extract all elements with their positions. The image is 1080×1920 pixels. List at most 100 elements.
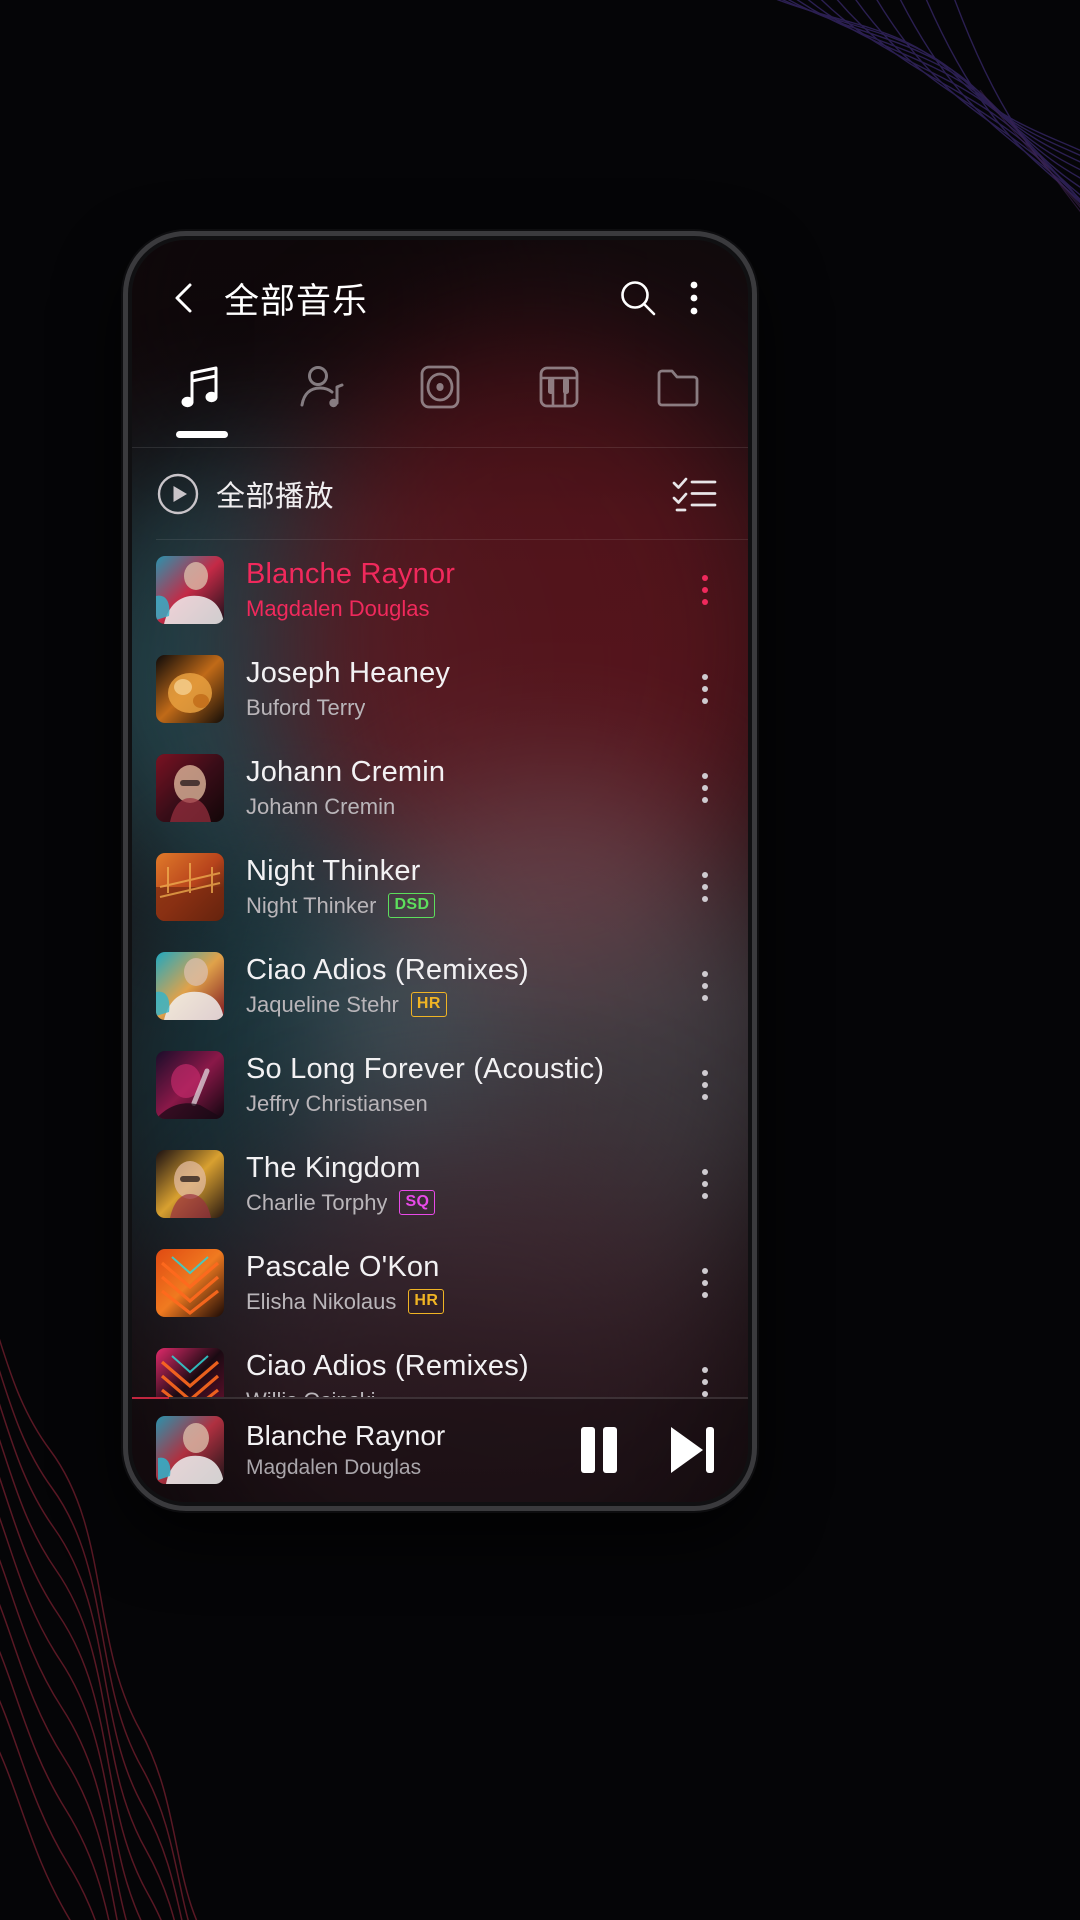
- album-art-thumbnail: [156, 753, 224, 822]
- now-playing-texts: Blanche Raynor Magdalen Douglas: [246, 1420, 568, 1480]
- active-tab-indicator: [175, 431, 228, 438]
- quality-badge: DSD: [388, 893, 436, 918]
- song-title: Night Thinker: [246, 854, 421, 887]
- tab-artists[interactable]: [261, 356, 380, 448]
- song-list-item[interactable]: Johann Cremin Johann Cremin: [132, 738, 748, 837]
- song-overflow-button[interactable]: [680, 1149, 730, 1219]
- phone-screen: 全部音乐 全部播放 Blanche Raynor Magdalen Dougla…: [132, 240, 748, 1502]
- song-list-item[interactable]: Ciao Adios (Remixes) Willis Osinski: [132, 1332, 748, 1397]
- song-list[interactable]: Blanche Raynor Magdalen Douglas Joseph H…: [132, 540, 748, 1397]
- song-overflow-button[interactable]: [680, 1050, 730, 1120]
- quality-badge: SQ: [399, 1190, 436, 1215]
- artwork-image: [156, 555, 224, 624]
- song-artist: Buford Terry: [246, 694, 366, 720]
- song-list-item[interactable]: So Long Forever (Acoustic) Jeffry Christ…: [132, 1035, 748, 1134]
- song-overflow-button[interactable]: [680, 555, 730, 625]
- song-texts: Pascale O'Kon Elisha Nikolaus HR: [246, 1251, 680, 1315]
- overflow-menu-button[interactable]: [666, 270, 722, 326]
- search-button[interactable]: [610, 270, 666, 326]
- now-playing-artwork: [156, 1415, 224, 1484]
- song-list-item[interactable]: Joseph Heaney Buford Terry: [132, 639, 748, 738]
- song-artist: Willis Osinski: [246, 1388, 376, 1398]
- song-title: Ciao Adios (Remixes): [246, 1349, 529, 1382]
- album-disc-icon: [420, 365, 460, 409]
- page-title: 全部音乐: [224, 281, 369, 321]
- album-art-thumbnail: [156, 555, 224, 624]
- song-texts: Blanche Raynor Magdalen Douglas: [246, 558, 680, 622]
- artist-icon: [300, 366, 344, 408]
- play-circle-icon: [157, 473, 199, 515]
- checklist-icon: [672, 477, 717, 512]
- song-texts: Night Thinker Night Thinker DSD: [246, 855, 680, 919]
- song-artist: Charlie Torphy: [246, 1189, 388, 1215]
- now-playing-title: Blanche Raynor: [246, 1419, 446, 1451]
- song-list-item[interactable]: Ciao Adios (Remixes) Jaqueline Stehr HR: [132, 936, 748, 1035]
- song-list-item[interactable]: The Kingdom Charlie Torphy SQ: [132, 1134, 748, 1233]
- album-art-thumbnail: [156, 1149, 224, 1218]
- play-all-button[interactable]: 全部播放: [156, 472, 666, 516]
- quality-badge: HR: [408, 1289, 445, 1314]
- next-track-button[interactable]: [660, 1419, 722, 1481]
- song-subtitle: Willis Osinski: [246, 1388, 680, 1398]
- more-vertical-icon: [702, 1267, 708, 1298]
- tab-songs[interactable]: [142, 356, 261, 448]
- folder-icon: [658, 369, 699, 407]
- song-overflow-button[interactable]: [680, 951, 730, 1021]
- album-art-thumbnail: [156, 1050, 224, 1119]
- screenshot-root: 全部音乐 全部播放 Blanche Raynor Magdalen Dougla…: [0, 0, 1080, 1920]
- more-vertical-icon: [690, 281, 698, 315]
- song-subtitle: Elisha Nikolaus HR: [246, 1289, 680, 1315]
- song-texts: The Kingdom Charlie Torphy SQ: [246, 1152, 680, 1216]
- artwork-image: [156, 1415, 224, 1484]
- piano-keys-icon: [539, 366, 579, 408]
- play-all-row: 全部播放: [132, 448, 748, 540]
- player-controls: [568, 1419, 722, 1481]
- song-list-item[interactable]: Pascale O'Kon Elisha Nikolaus HR: [132, 1233, 748, 1332]
- pause-button[interactable]: [568, 1419, 630, 1481]
- tab-folders[interactable]: [619, 356, 738, 448]
- song-subtitle: Johann Cremin: [246, 794, 680, 820]
- song-title: Joseph Heaney: [246, 656, 451, 689]
- song-title: So Long Forever (Acoustic): [246, 1052, 605, 1085]
- back-button[interactable]: [156, 270, 212, 326]
- more-vertical-icon: [702, 772, 708, 803]
- song-artist: Johann Cremin: [246, 793, 396, 819]
- song-list-item[interactable]: Night Thinker Night Thinker DSD: [132, 837, 748, 936]
- play-all-label: 全部播放: [216, 481, 335, 513]
- tab-genres[interactable]: [500, 356, 619, 448]
- album-art-thumbnail: [156, 654, 224, 723]
- song-artist: Jaqueline Stehr: [246, 991, 399, 1017]
- now-playing-artist: Magdalen Douglas: [246, 1455, 422, 1479]
- pause-icon: [581, 1426, 617, 1473]
- artwork-image: [156, 1248, 224, 1317]
- song-subtitle: Charlie Torphy SQ: [246, 1190, 680, 1216]
- search-icon: [621, 281, 656, 316]
- song-title: Ciao Adios (Remixes): [246, 953, 529, 986]
- artwork-image: [156, 1050, 224, 1119]
- song-subtitle: Jeffry Christiansen: [246, 1091, 680, 1117]
- artwork-image: [156, 1347, 224, 1397]
- album-art-thumbnail: [156, 1347, 224, 1397]
- song-artist: Jeffry Christiansen: [246, 1090, 428, 1116]
- song-overflow-button[interactable]: [680, 753, 730, 823]
- song-overflow-button[interactable]: [680, 654, 730, 724]
- song-texts: So Long Forever (Acoustic) Jeffry Christ…: [246, 1053, 680, 1117]
- tab-albums[interactable]: [380, 356, 499, 448]
- chevron-left-icon: [175, 283, 192, 313]
- more-vertical-icon: [702, 574, 708, 605]
- song-overflow-button[interactable]: [680, 1248, 730, 1318]
- tab-bar: [132, 356, 748, 448]
- song-list-item[interactable]: Blanche Raynor Magdalen Douglas: [132, 540, 748, 639]
- song-overflow-button[interactable]: [680, 1347, 730, 1398]
- song-texts: Ciao Adios (Remixes) Jaqueline Stehr HR: [246, 954, 680, 1018]
- more-vertical-icon: [702, 1069, 708, 1100]
- now-playing-bar[interactable]: Blanche Raynor Magdalen Douglas: [132, 1397, 748, 1502]
- song-texts: Johann Cremin Johann Cremin: [246, 756, 680, 820]
- song-subtitle: Buford Terry: [246, 695, 680, 721]
- multiselect-button[interactable]: [666, 466, 722, 522]
- song-subtitle: Night Thinker DSD: [246, 893, 680, 919]
- song-overflow-button[interactable]: [680, 852, 730, 922]
- song-title: Pascale O'Kon: [246, 1250, 440, 1283]
- song-texts: Joseph Heaney Buford Terry: [246, 657, 680, 721]
- album-art-thumbnail: [156, 1248, 224, 1317]
